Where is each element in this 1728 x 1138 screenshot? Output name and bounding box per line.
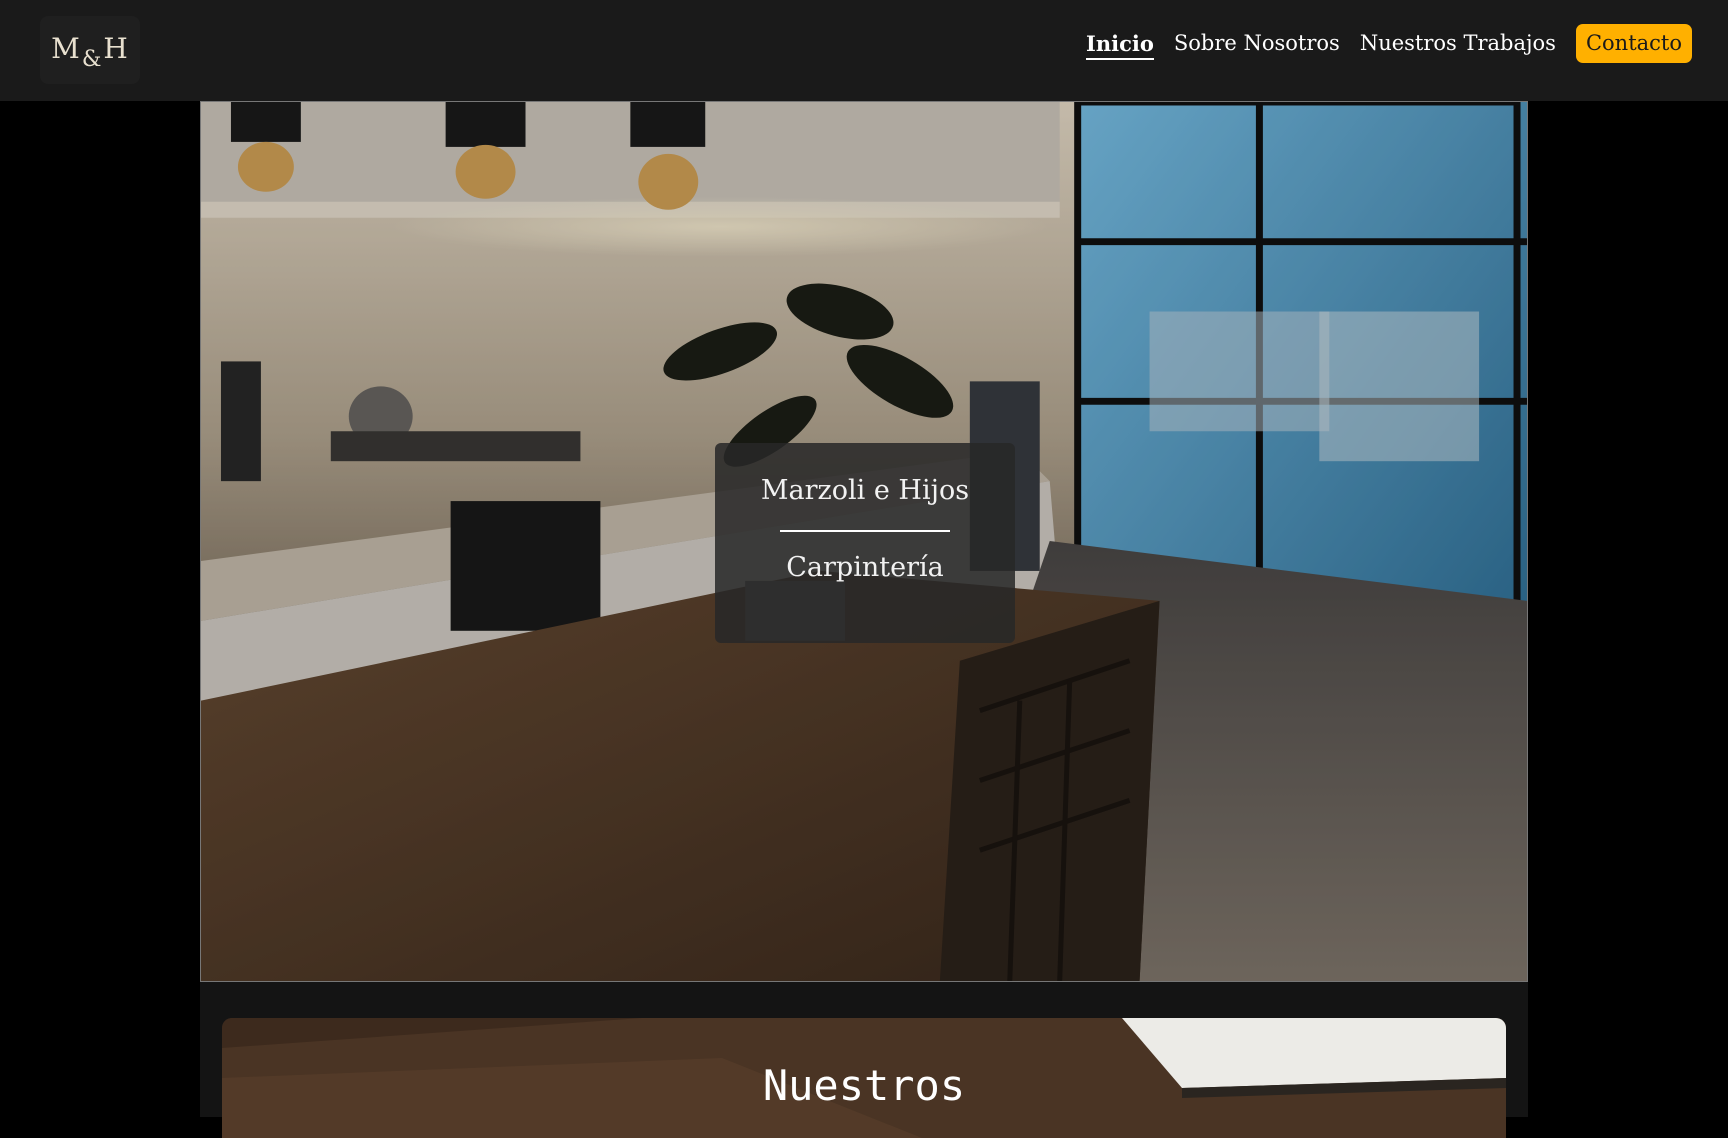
nav-nuestros-trabajos[interactable]: Nuestros Trabajos xyxy=(1360,32,1556,54)
contact-button[interactable]: Contacto xyxy=(1575,23,1692,63)
main-nav: Inicio Sobre Nosotros Nuestros Trabajos … xyxy=(1086,23,1692,63)
site-header: M&H Inicio Sobre Nosotros Nuestros Traba… xyxy=(0,0,1728,101)
logo-monogram: M&H xyxy=(51,31,129,72)
hero-caption-card: Marzoli e Hijos Carpintería xyxy=(715,443,1015,643)
hero-section: Marzoli e Hijos Carpintería xyxy=(200,101,1528,982)
nav-sobre-nosotros[interactable]: Sobre Nosotros xyxy=(1174,32,1340,54)
hero-divider xyxy=(780,530,950,532)
works-section: Nuestros xyxy=(222,1018,1506,1138)
hero-title: Marzoli e Hijos xyxy=(760,475,970,506)
content-frame: Marzoli e Hijos Carpintería Nuestros xyxy=(200,101,1528,1138)
nav-inicio[interactable]: Inicio xyxy=(1086,33,1154,60)
hero-subtitle: Carpintería xyxy=(786,552,944,583)
brand-logo[interactable]: M&H xyxy=(40,16,140,84)
works-title: Nuestros xyxy=(762,1061,966,1110)
